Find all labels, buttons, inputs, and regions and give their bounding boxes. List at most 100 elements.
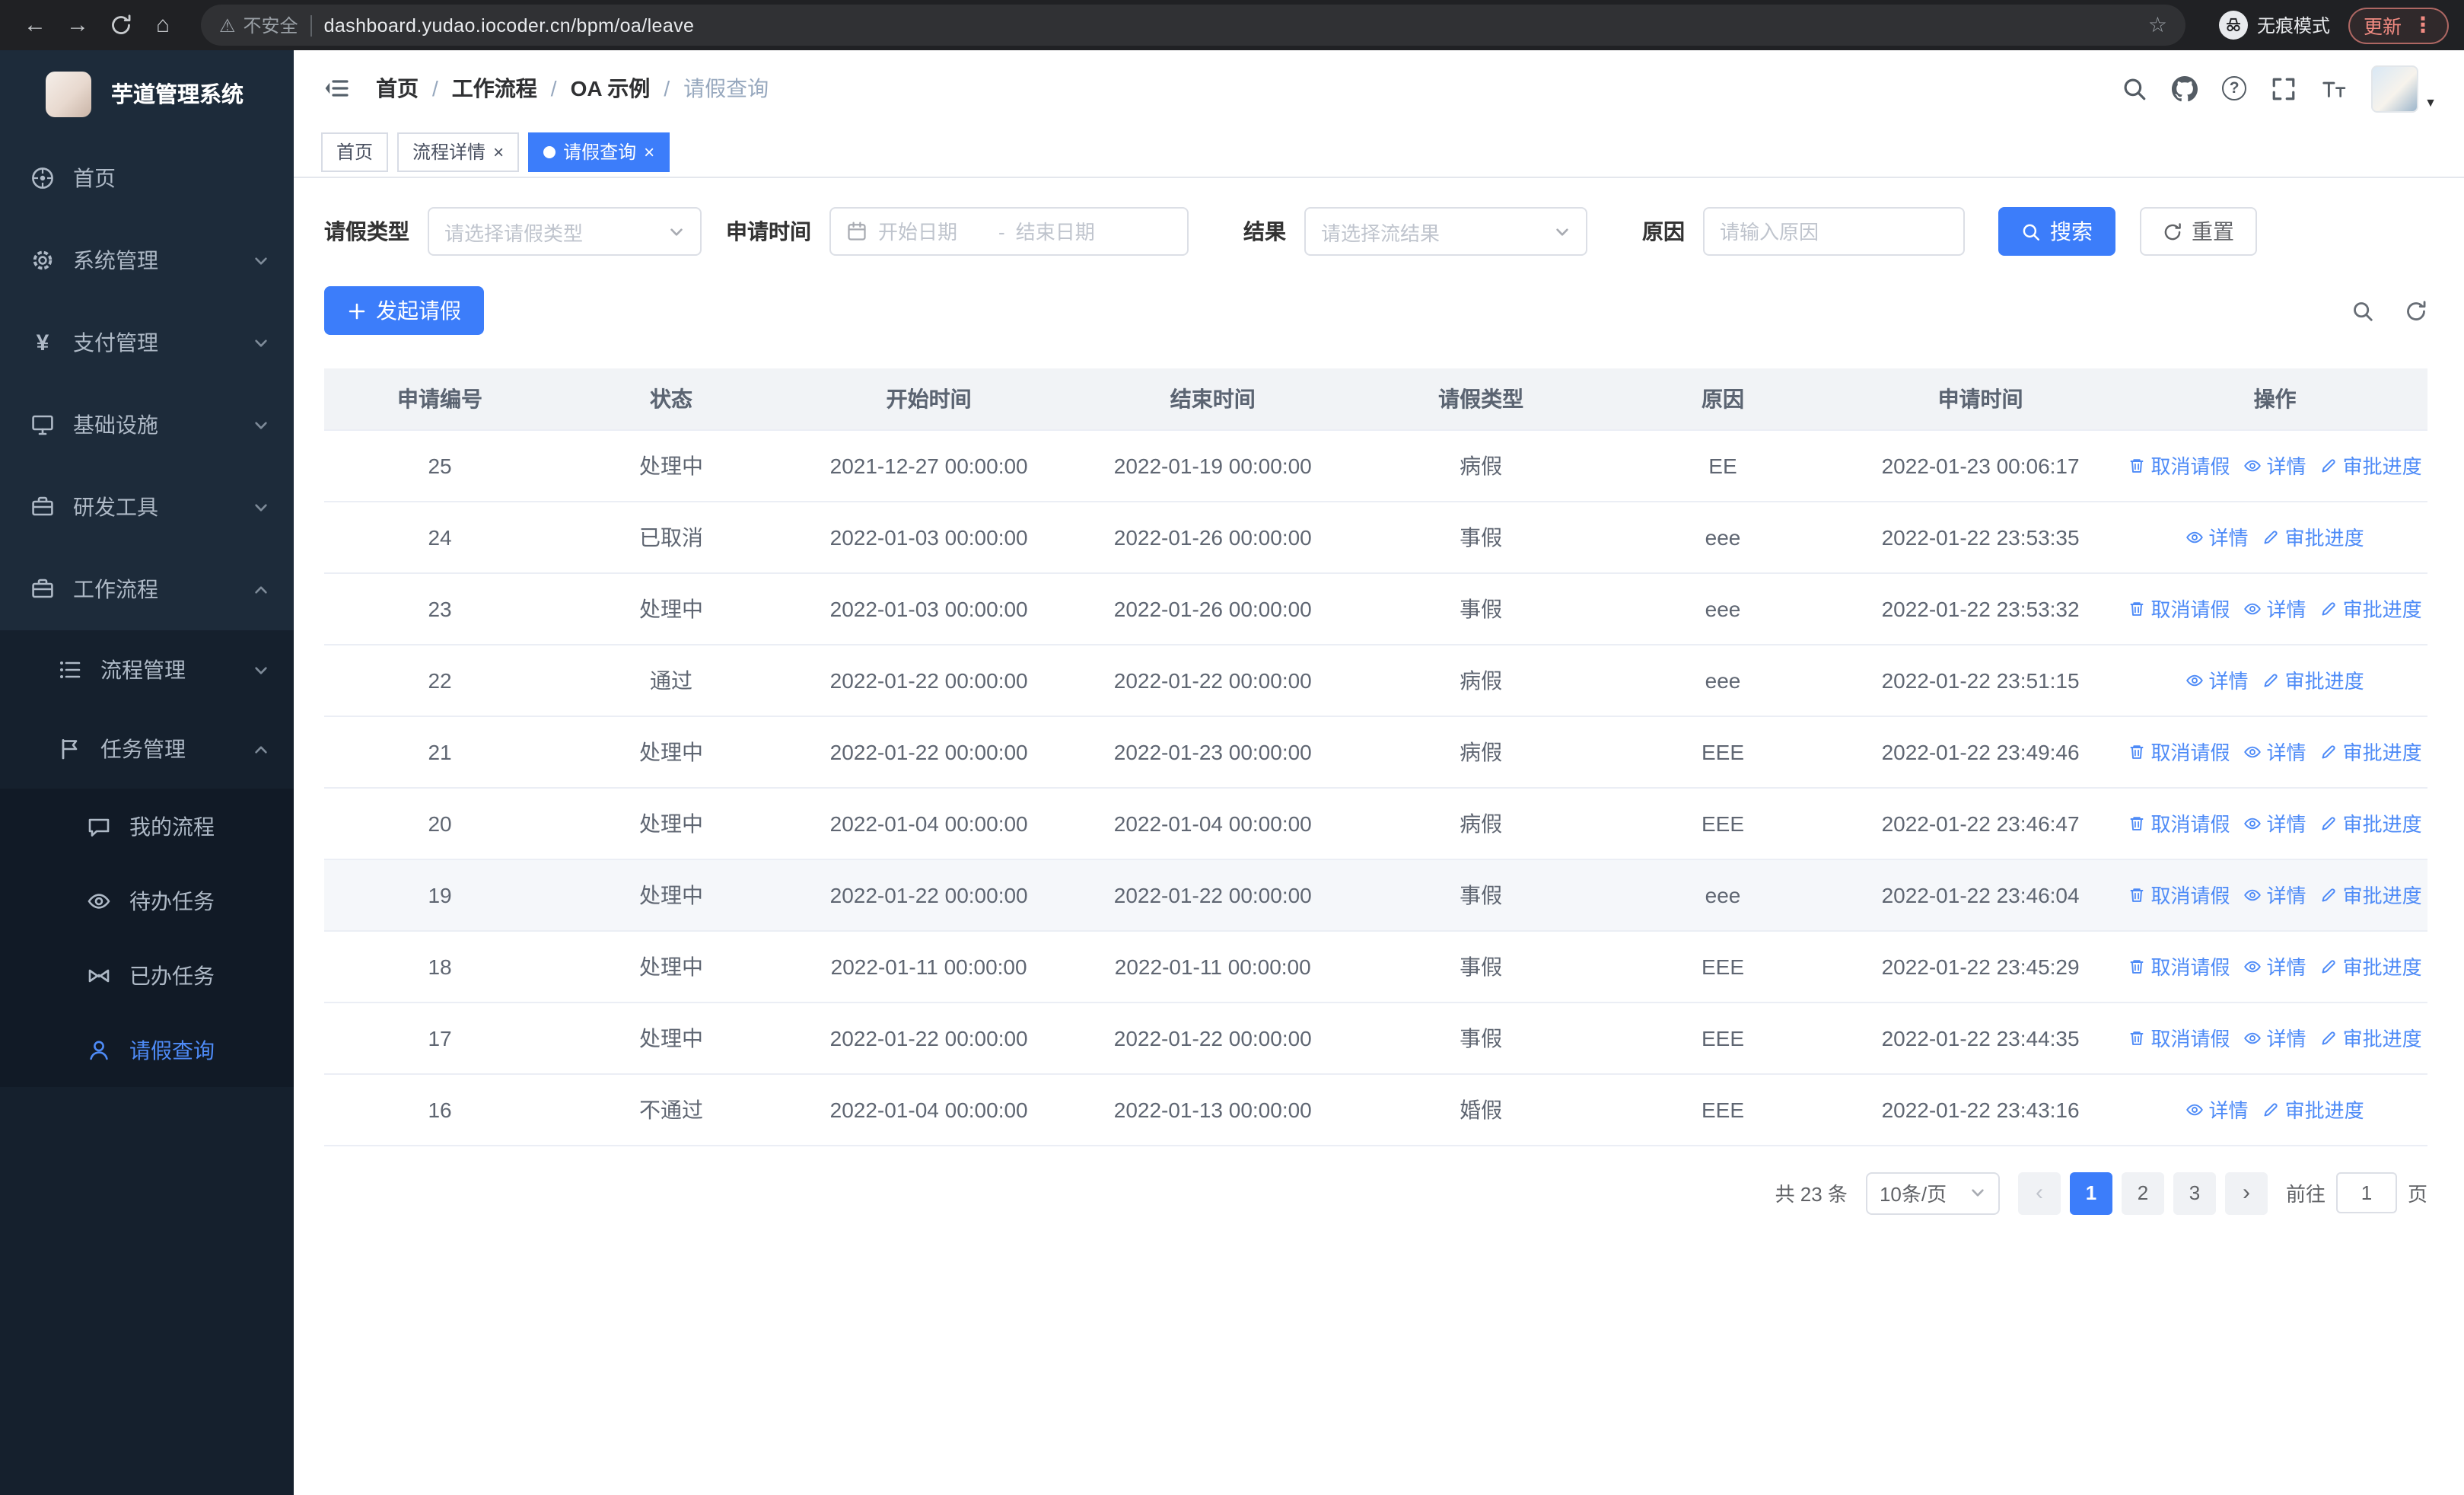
header-search-button[interactable] [2122, 75, 2147, 101]
cell-reason: EEE [1606, 930, 1838, 1003]
address-bar[interactable]: ⚠ 不安全 dashboard.yudao.iocoder.cn/bpm/oa/… [201, 5, 2185, 46]
app-logo: 芋道管理系统 [0, 50, 294, 137]
browser-forward-button[interactable]: → [58, 5, 97, 45]
approval-progress-link[interactable]: 审批进度 [2262, 1095, 2364, 1124]
col-header-applied: 申请时间 [1838, 368, 2123, 430]
next-page-button[interactable]: › [2224, 1171, 2268, 1214]
approval-progress-link[interactable]: 审批进度 [2320, 952, 2422, 980]
trash-icon [2128, 957, 2147, 975]
close-icon[interactable]: × [644, 142, 654, 161]
prev-page-button[interactable]: ‹ [2017, 1171, 2061, 1214]
page-button-2[interactable]: 2 [2121, 1171, 2164, 1214]
cell-end: 2022-01-04 00:00:00 [1071, 787, 1355, 859]
detail-link[interactable]: 详情 [2186, 665, 2249, 694]
page-button-1[interactable]: 1 [2069, 1171, 2112, 1214]
github-link-button[interactable] [2172, 75, 2198, 101]
cell-status: 处理中 [556, 716, 788, 788]
bookmark-star-icon[interactable]: ☆ [2148, 12, 2167, 38]
cell-status: 处理中 [556, 429, 788, 502]
sidebar-item-system-management[interactable]: 系统管理 [0, 219, 294, 301]
tab-home[interactable]: 首页 [321, 132, 389, 171]
sidebar-item-process-management[interactable]: 流程管理 [0, 630, 294, 709]
sidebar-item-payment-management[interactable]: ¥ 支付管理 [0, 301, 294, 384]
sidebar-item-task-management[interactable]: 任务管理 [0, 709, 294, 789]
reason-input[interactable] [1720, 220, 1948, 243]
fullscreen-button[interactable] [2271, 75, 2297, 101]
yen-icon: ¥ [36, 330, 49, 355]
font-size-button[interactable] [2321, 75, 2347, 101]
breadcrumb-oa-example[interactable]: OA 示例 [571, 73, 651, 104]
detail-link[interactable]: 详情 [2244, 451, 2306, 480]
approval-progress-link[interactable]: 审批进度 [2262, 522, 2364, 551]
tab-process-detail[interactable]: 流程详情 × [397, 132, 520, 171]
approval-progress-link[interactable]: 审批进度 [2320, 594, 2422, 623]
detail-link[interactable]: 详情 [2244, 808, 2306, 837]
approval-progress-link[interactable]: 审批进度 [2320, 451, 2422, 480]
help-button[interactable]: ? [2222, 76, 2247, 100]
sidebar-item-done-tasks[interactable]: 已办任务 [0, 938, 294, 1012]
browser-home-button[interactable]: ⌂ [143, 5, 183, 45]
detail-link[interactable]: 详情 [2244, 1023, 2306, 1052]
approval-progress-link[interactable]: 审批进度 [2262, 665, 2364, 694]
detail-link[interactable]: 详情 [2244, 952, 2306, 980]
sidebar-item-workflow[interactable]: 工作流程 [0, 548, 294, 630]
sidebar-item-leave-query[interactable]: 请假查询 [0, 1012, 294, 1087]
cancel-leave-link[interactable]: 取消请假 [2128, 1023, 2230, 1052]
browser-update-button[interactable]: 更新 ⋮ [2348, 7, 2449, 43]
browser-reload-button[interactable] [100, 5, 140, 45]
cancel-leave-link[interactable]: 取消请假 [2128, 808, 2230, 837]
cancel-leave-link[interactable]: 取消请假 [2128, 451, 2230, 480]
approval-progress-link[interactable]: 审批进度 [2320, 808, 2422, 837]
detail-link[interactable]: 详情 [2186, 522, 2249, 551]
pen-icon [2262, 528, 2281, 546]
search-button[interactable]: 搜索 [1998, 207, 2115, 256]
cell-type: 病假 [1355, 429, 1607, 502]
approval-progress-link[interactable]: 审批进度 [2320, 1023, 2422, 1052]
pen-icon [2320, 885, 2338, 904]
sidebar-collapse-button[interactable] [312, 64, 361, 113]
sidebar-item-home[interactable]: 首页 [0, 137, 294, 219]
cancel-leave-link[interactable]: 取消请假 [2128, 594, 2230, 623]
site-security-indicator[interactable]: ⚠ 不安全 [219, 12, 298, 38]
cell-start: 2022-01-03 00:00:00 [787, 501, 1071, 573]
reset-button[interactable]: 重置 [2140, 207, 2257, 256]
cancel-leave-link[interactable]: 取消请假 [2128, 737, 2230, 766]
refresh-table-button[interactable] [2405, 299, 2427, 322]
result-select[interactable]: 请选择流结果 [1304, 207, 1587, 256]
cell-applied: 2022-01-22 23:49:46 [1838, 716, 2123, 788]
detail-link[interactable]: 详情 [2244, 594, 2306, 623]
toggle-search-button[interactable] [2351, 299, 2374, 322]
detail-link[interactable]: 详情 [2186, 1095, 2249, 1124]
cancel-leave-link[interactable]: 取消请假 [2128, 952, 2230, 980]
breadcrumb-home[interactable]: 首页 [376, 73, 419, 104]
browser-back-button[interactable]: ← [15, 5, 55, 45]
apply-time-range-picker[interactable]: - [829, 207, 1189, 256]
cancel-leave-link[interactable]: 取消请假 [2128, 880, 2230, 909]
user-menu-button[interactable]: ▼ [2371, 65, 2437, 112]
goto-page-input[interactable] [2335, 1172, 2397, 1213]
approval-progress-link[interactable]: 审批进度 [2320, 737, 2422, 766]
sidebar-item-todo-tasks[interactable]: 待办任务 [0, 863, 294, 938]
result-label: 结果 [1243, 219, 1286, 244]
sidebar-item-dev-tools[interactable]: 研发工具 [0, 466, 294, 548]
page-size-select[interactable]: 10条/页 [1865, 1171, 2000, 1214]
breadcrumb-workflow[interactable]: 工作流程 [452, 73, 537, 104]
end-date-input[interactable] [1015, 220, 1125, 243]
browser-menu-icon[interactable]: ⋮ [2412, 12, 2434, 38]
tab-leave-query[interactable]: 请假查询 × [528, 132, 670, 171]
omnibox-divider [310, 14, 312, 36]
sidebar-item-my-processes[interactable]: 我的流程 [0, 789, 294, 863]
page-button-3[interactable]: 3 [2173, 1171, 2216, 1214]
cell-start: 2022-01-22 00:00:00 [787, 716, 1071, 788]
briefcase-icon [30, 577, 55, 601]
detail-link[interactable]: 详情 [2244, 737, 2306, 766]
create-leave-button[interactable]: 发起请假 [324, 286, 484, 335]
close-icon[interactable]: × [493, 142, 504, 161]
table-header-row: 申请编号 状态 开始时间 结束时间 请假类型 原因 申请时间 操作 [324, 368, 2427, 430]
sidebar-item-infrastructure[interactable]: 基础设施 [0, 384, 294, 466]
leave-type-select[interactable]: 请选择请假类型 [428, 207, 702, 256]
cell-status: 不通过 [556, 1073, 788, 1146]
start-date-input[interactable] [878, 220, 988, 243]
detail-link[interactable]: 详情 [2244, 880, 2306, 909]
approval-progress-link[interactable]: 审批进度 [2320, 880, 2422, 909]
